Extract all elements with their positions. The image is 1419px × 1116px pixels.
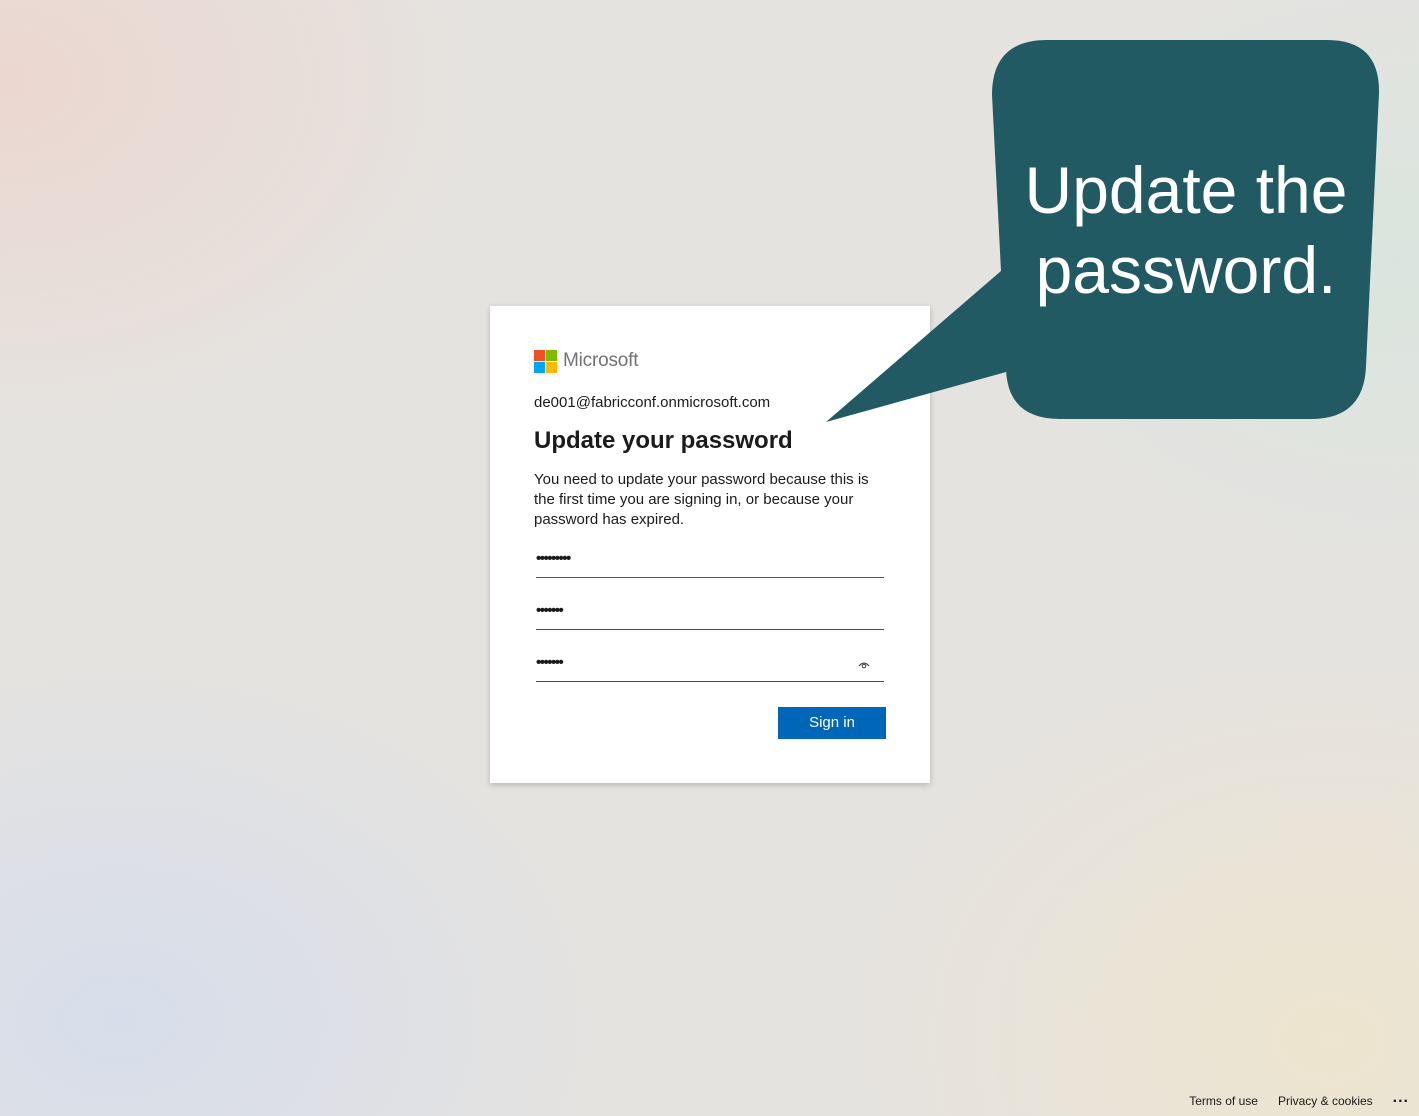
current-password-field[interactable]: ••••••••• (536, 551, 884, 578)
confirm-password-value: ••••••• (536, 654, 564, 671)
new-password-value: ••••••• (536, 602, 564, 619)
description-text: You need to update your password because… (534, 471, 869, 528)
reveal-password-icon[interactable] (858, 660, 870, 670)
new-password-field[interactable]: ••••••• (536, 603, 884, 630)
terms-of-use-link[interactable]: Terms of use (1189, 1094, 1258, 1108)
microsoft-logo: Microsoft (534, 349, 638, 373)
footer: Terms of use Privacy & cookies ... (1189, 1090, 1409, 1109)
account-identity: de001@fabricconf.onmicrosoft.com (534, 394, 771, 411)
current-password-value: ••••••••• (536, 550, 571, 567)
confirm-password-field[interactable]: ••••••• (536, 655, 884, 682)
privacy-cookies-link[interactable]: Privacy & cookies (1278, 1094, 1373, 1108)
more-options-button[interactable]: ... (1393, 1090, 1409, 1106)
signin-card: Microsoft de001@fabricconf.onmicrosoft.c… (490, 306, 930, 783)
brand-name: Microsoft (563, 350, 639, 371)
microsoft-logo-icon (534, 349, 557, 373)
callout-text: Update the password. (1024, 153, 1348, 307)
sign-in-button[interactable]: Sign in (778, 707, 886, 739)
page-title: Update your password (534, 427, 793, 454)
